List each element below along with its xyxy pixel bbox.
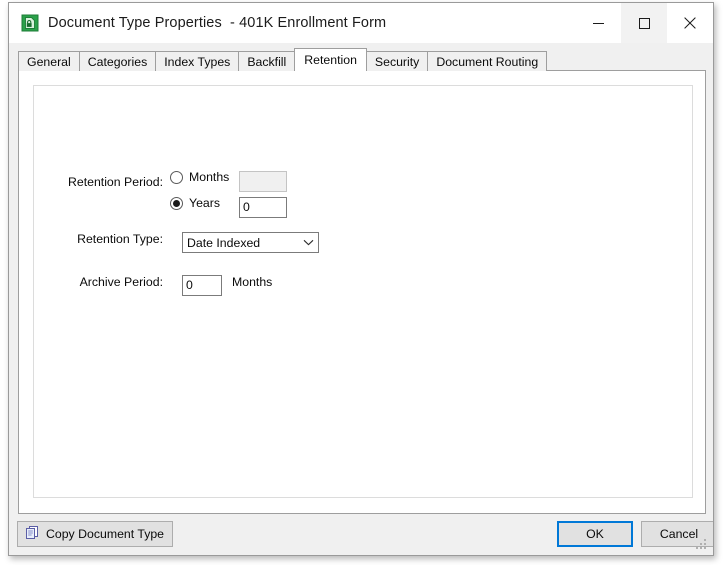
resize-grip-icon[interactable] [696, 539, 709, 552]
radio-label: Months [189, 170, 230, 184]
retention-period-label: Retention Period: [67, 175, 163, 189]
retention-months-input[interactable] [239, 171, 287, 192]
archive-period-label: Archive Period: [79, 275, 163, 289]
tab-categories[interactable]: Categories [78, 51, 157, 71]
tab-backfill[interactable]: Backfill [238, 51, 296, 71]
radio-indicator [170, 196, 183, 210]
tab-index-types[interactable]: Index Types [155, 51, 240, 71]
radio-label: Years [189, 196, 220, 210]
window-controls [575, 3, 713, 43]
close-icon[interactable] [667, 3, 713, 43]
retention-years-input[interactable]: 0 [239, 197, 287, 218]
copy-document-type-button[interactable]: Copy Document Type [17, 521, 173, 547]
maximize-icon[interactable] [621, 3, 667, 43]
minimize-icon[interactable] [575, 3, 621, 43]
tab-security[interactable]: Security [365, 51, 429, 71]
document-type-properties-window: Document Type Properties - 401K Enrollme… [8, 2, 714, 556]
retention-group-box [33, 85, 693, 498]
retention-type-label: Retention Type: [77, 232, 163, 246]
title-bar[interactable]: Document Type Properties - 401K Enrollme… [9, 3, 713, 43]
retention-period-years-radio[interactable]: Years [170, 196, 220, 210]
archive-period-input[interactable]: 0 [182, 275, 222, 296]
retention-type-value: Date Indexed [187, 235, 261, 250]
chevron-down-icon [299, 239, 318, 246]
dialog-footer: Copy Document Type OK Cancel [9, 513, 713, 555]
retention-period-months-radio[interactable]: Months [170, 170, 229, 184]
radio-indicator [170, 170, 183, 184]
ok-button-label: OK [586, 527, 604, 541]
archive-period-unit-label: Months [232, 275, 273, 289]
tab-document-routing[interactable]: Document Routing [427, 51, 548, 71]
copy-document-type-label: Copy Document Type [46, 527, 165, 541]
retention-tab-panel: Retention Period: Months Years 0 Retenti… [18, 70, 706, 514]
tab-strip: General Categories Index Types Backfill … [18, 48, 704, 71]
copy-documents-icon [25, 525, 40, 543]
ok-button[interactable]: OK [557, 521, 633, 547]
window-title: Document Type Properties - 401K Enrollme… [48, 15, 387, 31]
tab-retention[interactable]: Retention [294, 48, 367, 71]
retention-type-dropdown[interactable]: Date Indexed [182, 232, 319, 253]
document-lock-icon [21, 14, 39, 32]
cancel-button-label: Cancel [659, 527, 699, 541]
tab-general[interactable]: General [18, 51, 80, 71]
